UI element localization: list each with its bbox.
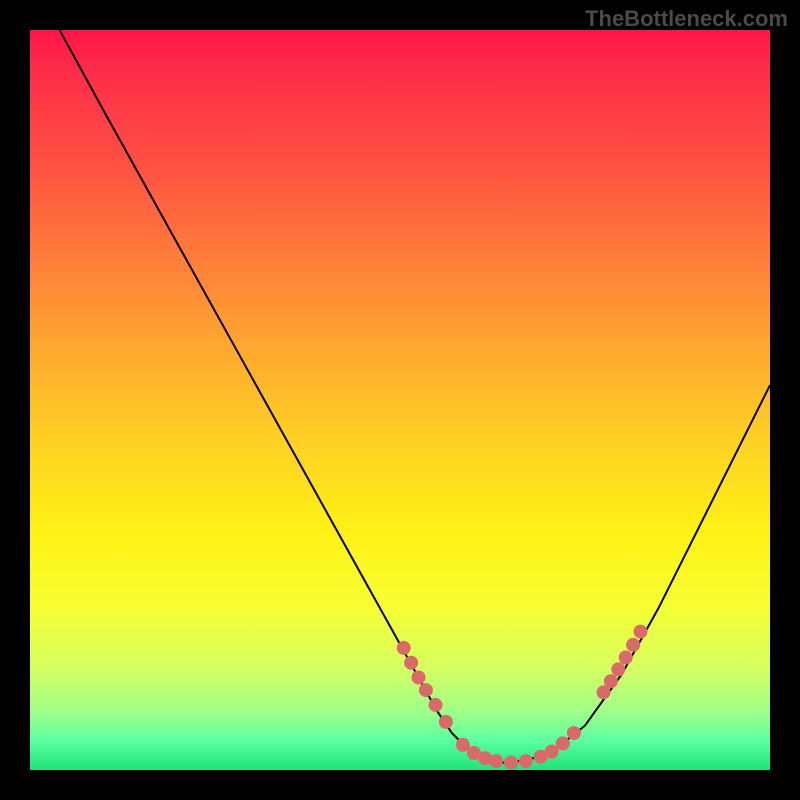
chart-svg [30,30,770,770]
highlight-dot [456,738,470,752]
chart-plot-area [30,30,770,770]
highlight-dot [626,638,640,652]
highlight-dot [519,754,533,768]
highlight-dot [611,662,625,676]
highlight-dot [429,698,443,712]
highlight-dot [619,651,633,665]
highlight-dot [439,715,453,729]
highlight-dots-left [397,641,453,729]
highlight-dot [412,671,426,685]
highlight-dots-right [597,625,648,700]
highlight-dot [489,754,503,768]
highlight-dot [634,625,648,639]
highlight-dot [397,641,411,655]
highlight-dot [567,726,581,740]
watermark-text: TheBottleneck.com [585,6,788,32]
curve-path [60,30,770,763]
highlight-dot [419,683,433,697]
highlight-dot [504,756,518,770]
highlight-dot [604,674,618,688]
highlight-dots-bottom [456,726,581,770]
highlight-dot [556,736,570,750]
highlight-dot [404,656,418,670]
